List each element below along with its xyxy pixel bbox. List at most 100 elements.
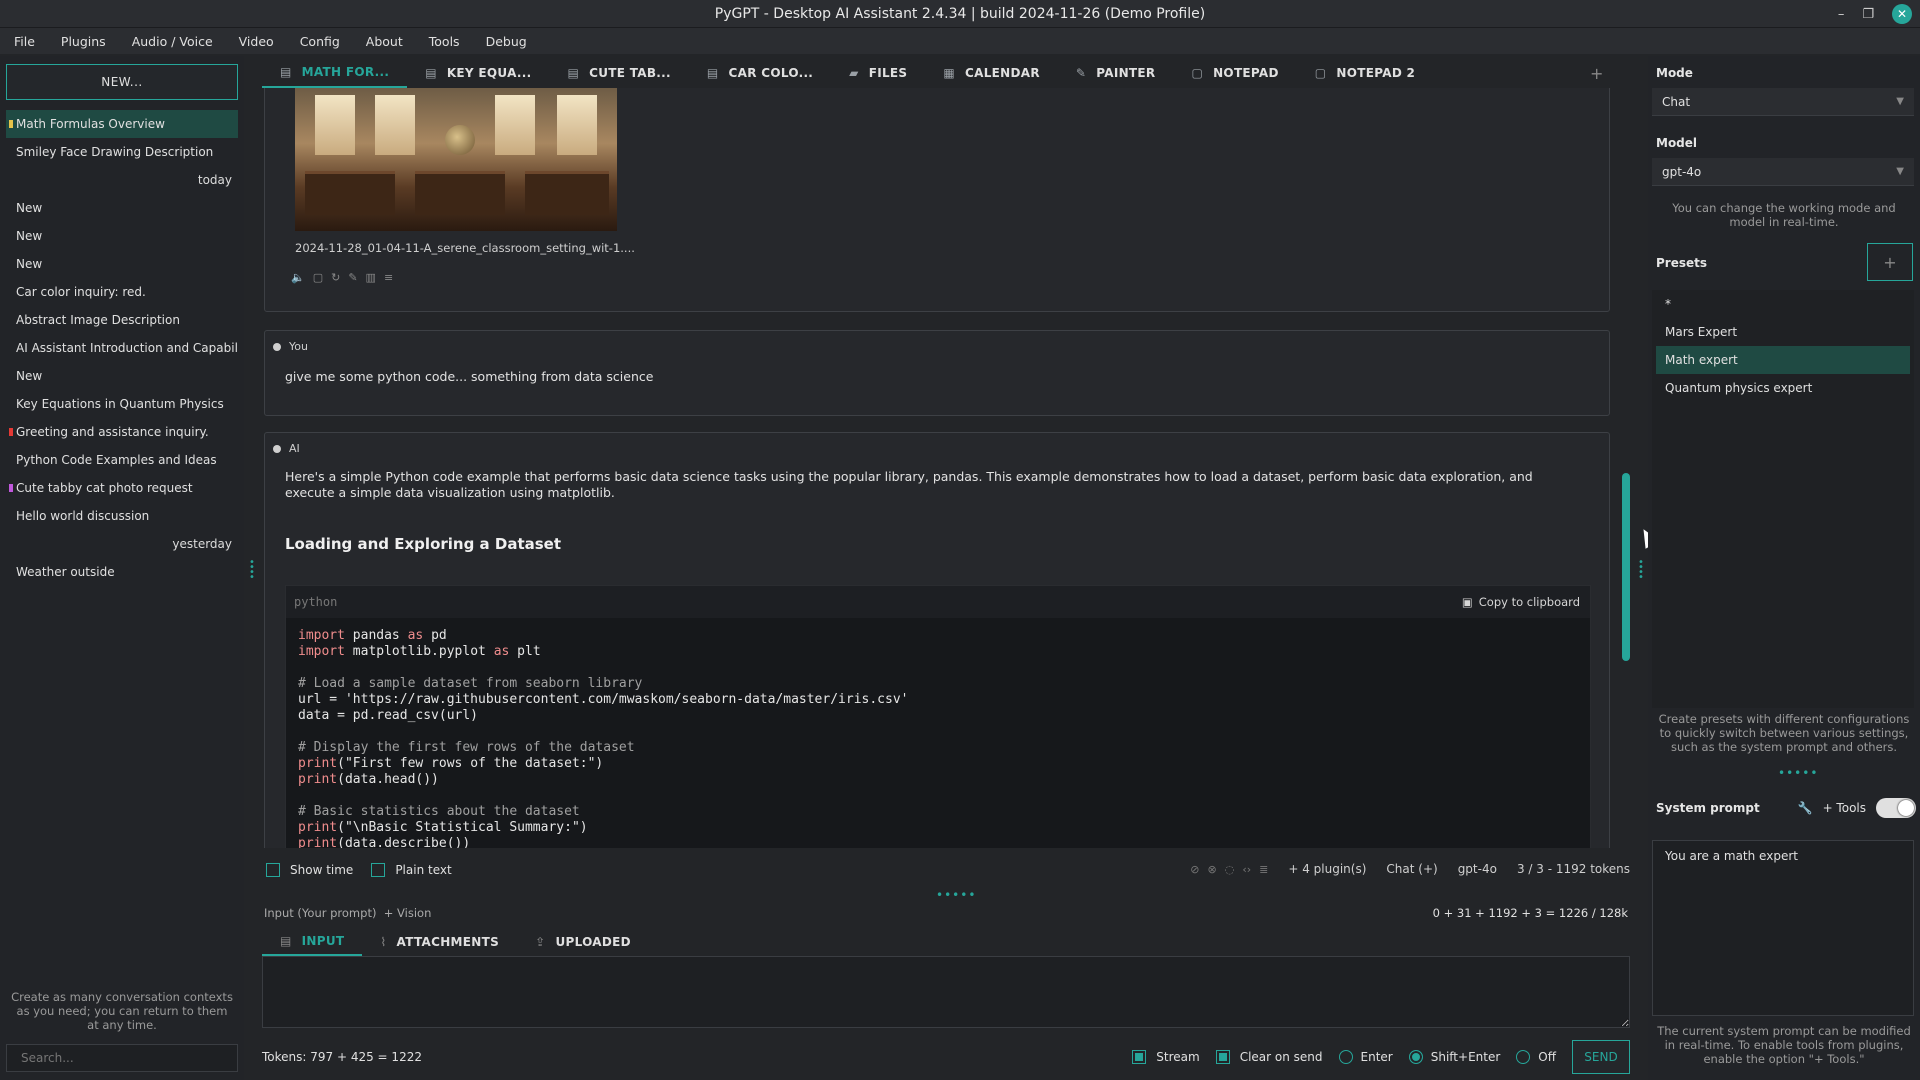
system-prompt-input[interactable]: You are a math expert [1652, 840, 1914, 1016]
minimize-icon[interactable]: – [1838, 7, 1845, 22]
window-controls: – ❐ ✕ [1838, 4, 1912, 24]
send-button[interactable]: SEND [1572, 1040, 1630, 1074]
maximize-icon[interactable]: ❐ [1862, 7, 1874, 22]
context-item[interactable]: New [6, 250, 238, 278]
context-group-label: today [6, 166, 238, 194]
prompt-input[interactable] [262, 956, 1630, 1028]
menu-config[interactable]: Config [300, 34, 340, 49]
camera-off-icon[interactable]: ⊘ [1190, 863, 1199, 876]
right-splitter-handle[interactable]: • • • • [1638, 558, 1644, 583]
delete-icon[interactable]: ▥ [366, 271, 376, 284]
tools-toggle[interactable] [1876, 798, 1916, 818]
show-time-checkbox[interactable]: Show time [266, 863, 353, 877]
image-caption[interactable]: 2024-11-28_01-04-11-A_serene_classroom_s… [295, 241, 635, 255]
context-label: Hello world discussion [16, 509, 150, 523]
code-icon[interactable]: ‹› [1242, 863, 1251, 876]
chevron-down-icon: ▼ [1896, 166, 1904, 177]
input-tab-attachments[interactable]: ⌇ ATTACHMENTS [362, 928, 517, 956]
context-item[interactable]: New [6, 194, 238, 222]
menu-tools[interactable]: Tools [429, 34, 460, 49]
tab-label: MATH FOR... [301, 65, 390, 79]
menu-debug[interactable]: Debug [486, 34, 527, 49]
mode-value: Chat [1662, 94, 1691, 109]
context-item[interactable]: Math Formulas Overview [6, 110, 238, 138]
context-item[interactable]: Key Equations in Quantum Physics [6, 390, 238, 418]
refresh-icon[interactable]: ↻ [331, 271, 340, 284]
radio-icon [1408, 1050, 1423, 1064]
input-tab-uploaded[interactable]: ⇪ UPLOADED [517, 928, 649, 956]
tab-car-colo[interactable]: ▤ CAR COLO... [689, 58, 831, 88]
context-item[interactable]: Cute tabby cat photo request [6, 474, 238, 502]
tab-label: NOTEPAD 2 [1336, 66, 1416, 80]
input-tabs: ▤ INPUT ⌇ ATTACHMENTS ⇪ UPLOADED [262, 928, 649, 956]
note-icon: ▢ [1191, 66, 1204, 80]
menu-video[interactable]: Video [239, 34, 274, 49]
context-item[interactable]: Hello world discussion [6, 502, 238, 530]
code-block: python ▣ Copy to clipboard import pandas … [285, 585, 1591, 848]
context-label: Smiley Face Drawing Description [16, 145, 214, 159]
off-radio[interactable]: Off [1516, 1050, 1556, 1064]
tab-key-equa[interactable]: ▤ KEY EQUA... [407, 58, 549, 88]
token-summary: 0 + 31 + 1192 + 3 = 1226 / 128k [1432, 906, 1628, 920]
tab-notepad-2[interactable]: ▢ NOTEPAD 2 [1297, 58, 1433, 88]
context-item[interactable]: New [6, 222, 238, 250]
stream-checkbox[interactable]: Stream [1132, 1050, 1200, 1064]
tab-notepad[interactable]: ▢ NOTEPAD [1173, 58, 1296, 88]
menu-file[interactable]: File [14, 34, 35, 49]
preset-item[interactable]: Mars Expert [1656, 318, 1910, 346]
chat-scrollbar[interactable] [1622, 473, 1630, 661]
context-label: today [197, 173, 232, 187]
add-preset-button[interactable]: + [1867, 243, 1913, 281]
new-context-button[interactable]: NEW... [6, 64, 238, 100]
clear-on-send-checkbox[interactable]: Clear on send [1215, 1050, 1323, 1064]
search-input[interactable] [6, 1044, 238, 1072]
code-header: python ▣ Copy to clipboard [286, 586, 1590, 618]
menu-about[interactable]: About [366, 34, 403, 49]
context-item[interactable]: Greeting and assistance inquiry. [6, 418, 238, 446]
code-content[interactable]: import pandas as pd import matplotlib.py… [286, 618, 1590, 848]
mic-off-icon[interactable]: ⊗ [1208, 863, 1217, 876]
paperclip-icon: ⌇ [380, 935, 387, 949]
volume-off-icon[interactable]: ◌ [1225, 863, 1235, 876]
preset-item[interactable]: Math expert [1656, 346, 1910, 374]
context-item[interactable]: Weather outside [6, 558, 238, 586]
preset-item[interactable]: Quantum physics expert [1656, 374, 1910, 402]
context-tokens: 3 / 3 - 1192 tokens [1516, 862, 1630, 876]
tab-math-for[interactable]: ▤ MATH FOR... [262, 58, 408, 88]
edit-icon[interactable]: ✎ [348, 271, 357, 284]
model-select[interactable]: gpt-4o ▼ [1652, 158, 1914, 186]
copy-to-clipboard-button[interactable]: ▣ Copy to clipboard [1462, 595, 1580, 609]
context-item[interactable]: Abstract Image Description [6, 306, 238, 334]
tab-calendar[interactable]: ▦ CALENDAR [925, 58, 1058, 88]
database-icon[interactable]: ≣ [1259, 863, 1268, 876]
left-splitter-handle[interactable]: • • • • [249, 558, 255, 583]
menu-audio-voice[interactable]: Audio / Voice [132, 34, 213, 49]
tab-painter[interactable]: ✎ PAINTER [1058, 58, 1174, 88]
presets-splitter-handle[interactable]: ••••• [1778, 766, 1818, 780]
input-tab-input[interactable]: ▤ INPUT [262, 928, 363, 956]
context-item[interactable]: New [6, 362, 238, 390]
preset-item[interactable]: * [1656, 290, 1910, 318]
add-tab-icon[interactable]: + [1590, 64, 1603, 83]
tab-files[interactable]: ▰ FILES [831, 58, 925, 88]
context-label: New [16, 201, 43, 215]
shift-enter-radio[interactable]: Shift+Enter [1408, 1050, 1500, 1064]
join-icon[interactable]: ≡ [384, 271, 393, 284]
context-item[interactable]: Car color inquiry: red. [6, 278, 238, 306]
generated-image[interactable] [295, 88, 617, 231]
tab-cute-tab[interactable]: ▤ CUTE TAB... [549, 58, 688, 88]
enter-radio[interactable]: Enter [1338, 1050, 1393, 1064]
close-icon[interactable]: ✕ [1892, 4, 1912, 24]
mode-select[interactable]: Chat ▼ [1652, 88, 1914, 116]
speaker-icon[interactable]: 🔈 [291, 271, 305, 284]
copy-icon[interactable]: ▢ [313, 271, 323, 284]
menu-plugins[interactable]: Plugins [61, 34, 106, 49]
context-item[interactable]: Smiley Face Drawing Description [6, 138, 238, 166]
plain-text-checkbox[interactable]: Plain text [371, 863, 452, 877]
input-splitter-handle[interactable]: ••••• [936, 888, 976, 902]
context-item[interactable]: Python Code Examples and Ideas [6, 446, 238, 474]
context-item[interactable]: AI Assistant Introduction and Capabili..… [6, 334, 238, 362]
context-list: Math Formulas Overview Smiley Face Drawin… [6, 110, 238, 586]
folder-icon: ▰ [849, 66, 859, 80]
system-prompt-row: System prompt 🔧 + Tools [1656, 798, 1916, 818]
